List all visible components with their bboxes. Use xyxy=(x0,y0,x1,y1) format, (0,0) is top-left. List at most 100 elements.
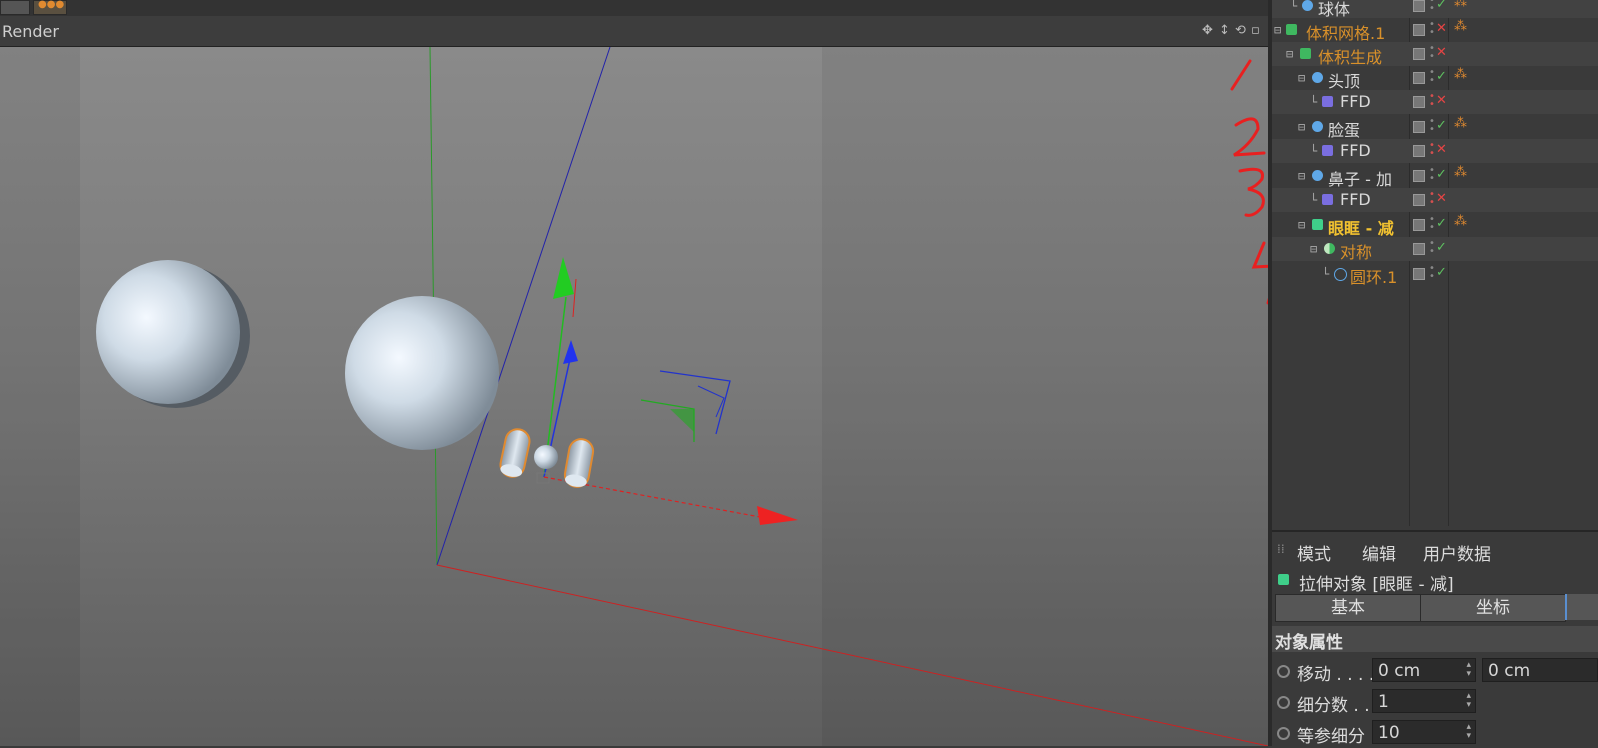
menu-user-data[interactable]: 用户数据 xyxy=(1423,540,1491,565)
subdivision-field[interactable]: 1 ▴ ▾ xyxy=(1372,689,1476,713)
layer-box[interactable] xyxy=(1413,48,1425,60)
tab-coordinates[interactable]: 坐标 xyxy=(1420,594,1566,622)
object-row[interactable]: ⊟ 对称 • • ✓ xyxy=(1272,237,1598,262)
disabled-cross[interactable]: ✕ xyxy=(1436,93,1447,108)
object-row[interactable]: ⊟ 头顶 • • ✓ ⁂ xyxy=(1272,66,1598,91)
property-label: 等参细分 xyxy=(1297,727,1365,747)
enabled-check[interactable]: ✓ xyxy=(1436,167,1447,182)
layer-box[interactable] xyxy=(1413,96,1425,108)
visibility-dots[interactable]: • • xyxy=(1429,141,1435,159)
ffd-icon xyxy=(1322,145,1333,156)
object-row[interactable]: └ FFD • • ✕ xyxy=(1272,139,1598,163)
layer-box[interactable] xyxy=(1413,0,1425,12)
object-name: 体积网格.1 xyxy=(1306,24,1386,43)
animate-radio[interactable] xyxy=(1277,665,1290,678)
object-row[interactable]: ⊟ 鼻子 - 加 • • ✓ ⁂ xyxy=(1272,164,1598,189)
disabled-cross[interactable]: ✕ xyxy=(1436,191,1447,206)
object-row[interactable]: ⊟ 眼眶 - 减 • • ✓ ⁂ xyxy=(1272,213,1598,238)
object-title: 拉伸对象 [眼眶 - 减] xyxy=(1299,575,1454,595)
property-label: 细分数 . . xyxy=(1297,696,1370,716)
menu-edit[interactable]: 编辑 xyxy=(1362,540,1396,565)
disabled-cross[interactable]: ✕ xyxy=(1436,142,1447,157)
cube-view-button[interactable] xyxy=(0,0,30,15)
enabled-check[interactable]: ✓ xyxy=(1436,240,1447,255)
visibility-dots[interactable]: • • xyxy=(1429,264,1435,282)
annotation-layer xyxy=(1230,59,1268,305)
annotation-mark-1 xyxy=(1230,59,1252,91)
tab-object-partial[interactable] xyxy=(1565,594,1598,620)
move-x-field[interactable]: 0 cm ▴ ▾ xyxy=(1372,658,1476,682)
menu-mode[interactable]: 模式 xyxy=(1297,540,1331,565)
disabled-cross[interactable]: ✕ xyxy=(1436,45,1447,60)
dots-icon: ●●● xyxy=(38,0,65,10)
dots-view-button[interactable]: ●●● xyxy=(33,0,67,15)
object-name: 鼻子 - 加 xyxy=(1328,170,1392,189)
sphere-icon xyxy=(1312,170,1323,181)
layer-box[interactable] xyxy=(1413,243,1425,255)
phong-tag-icon[interactable]: ⁂ xyxy=(1454,214,1467,229)
property-row-subdivision: 细分数 . . 1 ▴ ▾ xyxy=(1272,687,1598,717)
object-name: FFD xyxy=(1340,92,1371,111)
visibility-dots[interactable]: • • xyxy=(1429,215,1435,233)
annotation-mark-2 xyxy=(1233,117,1266,157)
object-row[interactable]: ⊟ 脸蛋 • • ✓ ⁂ xyxy=(1272,115,1598,140)
visibility-dots[interactable]: • • xyxy=(1429,44,1435,62)
phong-tag-icon[interactable]: ⁂ xyxy=(1454,19,1467,34)
object-name: 球体 xyxy=(1318,0,1351,19)
isoparm-field[interactable]: 10 ▴ ▾ xyxy=(1372,720,1476,744)
enabled-check[interactable]: ✓ xyxy=(1436,118,1447,133)
object-row[interactable]: └ 圆环.1 • • ✓ xyxy=(1272,262,1598,288)
layer-box[interactable] xyxy=(1413,24,1425,36)
phong-tag-icon[interactable]: ⁂ xyxy=(1454,0,1467,10)
symmetry-icon xyxy=(1324,243,1335,254)
layer-box[interactable] xyxy=(1413,72,1425,84)
visibility-dots[interactable]: • • xyxy=(1429,0,1435,14)
zoom-view-icon[interactable]: ↕ xyxy=(1219,23,1230,38)
move-y-field[interactable]: 0 cm xyxy=(1482,658,1598,682)
layer-box[interactable] xyxy=(1413,194,1425,206)
object-row[interactable]: └ 球体 • • ✓ ⁂ xyxy=(1272,0,1598,19)
object-row[interactable]: └ FFD • • ✕ xyxy=(1272,90,1598,114)
torus-circle-icon xyxy=(1334,268,1347,281)
move-view-icon[interactable]: ✥ xyxy=(1202,23,1213,38)
attribute-manager: ⁞⁞ 模式 编辑 用户数据 拉伸对象 [眼眶 - 减] 基本 坐标 对象属性 移… xyxy=(1272,530,1598,748)
section-title: 对象属性 xyxy=(1275,633,1343,653)
maximize-view-icon[interactable]: ▫ xyxy=(1251,23,1260,38)
visibility-dots[interactable]: • • xyxy=(1429,166,1435,184)
enabled-check[interactable]: ✓ xyxy=(1436,0,1447,12)
enabled-check[interactable]: ✓ xyxy=(1436,265,1447,280)
disabled-cross[interactable]: ✕ xyxy=(1436,21,1447,36)
layer-box[interactable] xyxy=(1413,121,1425,133)
ffd-icon xyxy=(1322,194,1333,205)
visibility-dots[interactable]: • • xyxy=(1429,239,1435,257)
layer-box[interactable] xyxy=(1413,268,1425,280)
extrude-icon xyxy=(1312,219,1323,230)
phong-tag-icon[interactable]: ⁂ xyxy=(1454,116,1467,131)
visibility-dots[interactable]: • • xyxy=(1429,92,1435,110)
layer-box[interactable] xyxy=(1413,145,1425,157)
animate-radio[interactable] xyxy=(1277,727,1290,740)
volume-mesher-icon xyxy=(1286,24,1297,35)
visibility-dots[interactable]: • • xyxy=(1429,117,1435,135)
layer-box[interactable] xyxy=(1413,219,1425,231)
3d-viewport[interactable] xyxy=(0,47,1268,746)
visibility-dots[interactable]: • • xyxy=(1429,68,1435,86)
top-toolbar-strip: ●●● xyxy=(0,0,1270,17)
phong-tag-icon[interactable]: ⁂ xyxy=(1454,67,1467,82)
visibility-dots[interactable]: • • xyxy=(1429,20,1435,38)
animate-radio[interactable] xyxy=(1277,696,1290,709)
object-row[interactable]: ⊟ 体积网格.1 • • ✕ ⁂ xyxy=(1272,18,1598,43)
enabled-check[interactable]: ✓ xyxy=(1436,216,1447,231)
object-row[interactable]: ⊟ 体积生成 • • ✕ xyxy=(1272,42,1598,67)
rotate-view-icon[interactable]: ⟲ xyxy=(1235,23,1246,38)
layer-box[interactable] xyxy=(1413,170,1425,182)
object-row[interactable]: └ FFD • • ✕ xyxy=(1272,188,1598,212)
tab-basic[interactable]: 基本 xyxy=(1275,594,1421,622)
enabled-check[interactable]: ✓ xyxy=(1436,69,1447,84)
viewport-title: Render xyxy=(2,22,59,41)
object-name: 眼眶 - 减 xyxy=(1328,219,1394,238)
ffd-icon xyxy=(1322,96,1333,107)
phong-tag-icon[interactable]: ⁂ xyxy=(1454,165,1467,180)
visibility-dots[interactable]: • • xyxy=(1429,190,1435,208)
sphere-icon xyxy=(1302,0,1313,11)
